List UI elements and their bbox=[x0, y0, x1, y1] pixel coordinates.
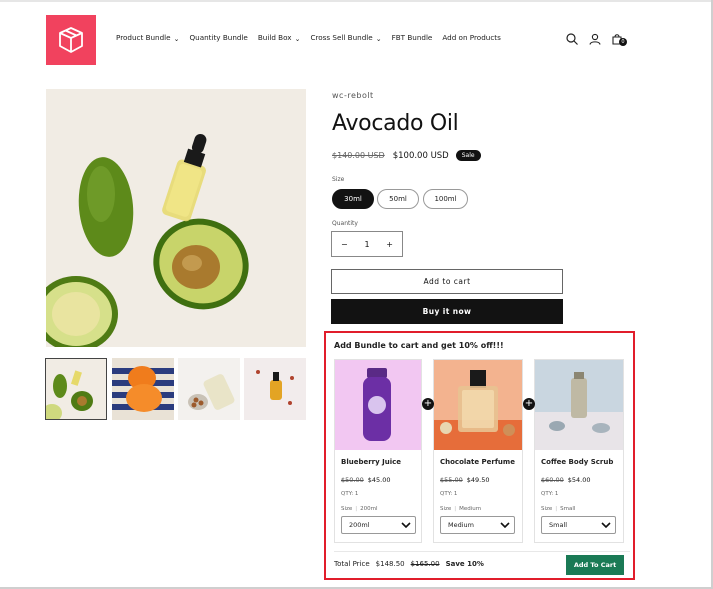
bundle-item-size: Size | 200ml bbox=[341, 506, 378, 512]
size-option-30ml[interactable]: 30ml bbox=[332, 189, 374, 209]
bundle-title: Add Bundle to cart and get 10% off!!! bbox=[334, 341, 504, 350]
chevron-down-icon bbox=[601, 522, 611, 528]
top-border bbox=[0, 0, 713, 2]
bundle-item-new-price: $49.50 bbox=[466, 476, 490, 484]
nav-product-bundle[interactable]: Product Bundle ⌄ bbox=[116, 33, 180, 43]
quantity-increase-button[interactable]: + bbox=[386, 240, 393, 249]
product-main-image[interactable] bbox=[46, 89, 306, 347]
plus-icon: + bbox=[523, 398, 535, 410]
bundle-offer-box: Add Bundle to cart and get 10% off!!! Bl… bbox=[324, 331, 635, 580]
store-logo[interactable] bbox=[46, 15, 96, 65]
add-to-cart-button[interactable]: Add to cart bbox=[331, 269, 563, 294]
nav-build-box[interactable]: Build Box ⌄ bbox=[258, 33, 301, 43]
almond-thumb-image bbox=[178, 358, 240, 420]
size-option-100ml[interactable]: 100ml bbox=[423, 189, 468, 209]
avocado-oil-photo bbox=[46, 89, 306, 347]
chevron-down-icon bbox=[401, 522, 411, 528]
bundle-item-card: Coffee Body Scrub $60.00 $54.00 QTY: 1 S… bbox=[534, 359, 624, 543]
total-price: $148.50 bbox=[375, 560, 405, 568]
bundle-item-size: Size | Small bbox=[541, 506, 576, 512]
nav-add-on-products[interactable]: Add on Products bbox=[442, 33, 500, 42]
bundle-item-prices: $50.00 $45.00 bbox=[341, 476, 391, 484]
bundle-item-card: Blueberry Juice $50.00 $45.00 QTY: 1 Siz… bbox=[334, 359, 422, 543]
bundle-add-to-cart-button[interactable]: Add To Cart bbox=[566, 555, 624, 575]
thumbnail-3[interactable] bbox=[178, 358, 240, 420]
nav-quantity-bundle[interactable]: Quantity Bundle bbox=[189, 33, 247, 42]
bundle-item-old-price: $55.00 bbox=[440, 476, 463, 484]
bundle-item-image[interactable] bbox=[335, 360, 421, 450]
quantity-decrease-button[interactable]: − bbox=[341, 240, 348, 249]
bottle-thumb-image bbox=[244, 358, 306, 420]
cart-count-badge: 0 bbox=[619, 38, 627, 46]
blueberry-juice-image bbox=[335, 360, 421, 450]
bundle-item-name: Chocolate Perfume bbox=[440, 458, 515, 466]
bundle-item-variant-select[interactable]: Medium bbox=[440, 516, 515, 534]
bundle-item-size: Size | Medium bbox=[440, 506, 482, 512]
search-icon[interactable] bbox=[565, 32, 579, 46]
bundle-item-prices: $55.00 $49.50 bbox=[440, 476, 490, 484]
sale-badge: Sale bbox=[455, 150, 481, 161]
account-icon[interactable] bbox=[588, 32, 602, 46]
product-vendor: wc-rebolt bbox=[332, 91, 374, 100]
total-save-text: Save 10% bbox=[445, 560, 484, 568]
nav-cross-sell-bundle[interactable]: Cross Sell Bundle ⌄ bbox=[310, 33, 382, 43]
size-option-50ml[interactable]: 50ml bbox=[377, 189, 419, 209]
bundle-item-prices: $60.00 $54.00 bbox=[541, 476, 591, 484]
bundle-item-qty: QTY: 1 bbox=[440, 491, 458, 497]
size-label: Size bbox=[332, 176, 345, 183]
total-price-label: Total Price bbox=[334, 560, 370, 568]
bundle-item-qty: QTY: 1 bbox=[541, 491, 559, 497]
chevron-down-icon: ⌄ bbox=[375, 34, 382, 43]
quantity-label: Quantity bbox=[332, 220, 358, 227]
bundle-item-card: Chocolate Perfume $55.00 $49.50 QTY: 1 S… bbox=[433, 359, 523, 543]
chevron-down-icon: ⌄ bbox=[294, 34, 301, 43]
chocolate-perfume-image bbox=[434, 360, 522, 450]
bundle-item-variant-select[interactable]: Small bbox=[541, 516, 616, 534]
bundle-item-new-price: $45.00 bbox=[367, 476, 391, 484]
bundle-item-old-price: $50.00 bbox=[341, 476, 364, 484]
plus-icon: + bbox=[422, 398, 434, 410]
total-old-price: $165.00 bbox=[410, 560, 440, 568]
bundle-item-old-price: $60.00 bbox=[541, 476, 564, 484]
thumbnail-2[interactable] bbox=[112, 358, 174, 420]
bundle-item-new-price: $54.00 bbox=[567, 476, 591, 484]
compare-price: $140.00 USD bbox=[332, 151, 385, 160]
bundle-item-name: Blueberry Juice bbox=[341, 458, 402, 466]
bundle-item-variant-select[interactable]: 200ml bbox=[341, 516, 416, 534]
nav-fbt-bundle[interactable]: FBT Bundle bbox=[392, 33, 433, 42]
avocado-thumb-image bbox=[46, 359, 106, 419]
quantity-stepper: − 1 + bbox=[331, 231, 403, 257]
price-row: $140.00 USD $100.00 USD Sale bbox=[332, 150, 481, 161]
thumbnail-4[interactable] bbox=[244, 358, 306, 420]
box-logo-icon bbox=[59, 27, 83, 53]
papaya-thumb-image bbox=[112, 358, 174, 420]
bundle-item-qty: QTY: 1 bbox=[341, 491, 359, 497]
quantity-input[interactable]: 1 bbox=[364, 240, 369, 249]
thumbnail-1[interactable] bbox=[45, 358, 107, 420]
buy-now-button[interactable]: Buy it now bbox=[331, 299, 563, 324]
bundle-item-name: Coffee Body Scrub bbox=[541, 458, 614, 466]
main-nav: Product Bundle ⌄ Quantity Bundle Build Bo… bbox=[116, 33, 511, 43]
chevron-down-icon: ⌄ bbox=[173, 34, 180, 43]
chevron-down-icon bbox=[500, 522, 510, 528]
product-title: Avocado Oil bbox=[332, 111, 459, 136]
coffee-body-scrub-image bbox=[535, 360, 623, 450]
bundle-item-image[interactable] bbox=[434, 360, 522, 450]
bundle-item-image[interactable] bbox=[535, 360, 623, 450]
sale-price: $100.00 USD bbox=[392, 150, 449, 161]
